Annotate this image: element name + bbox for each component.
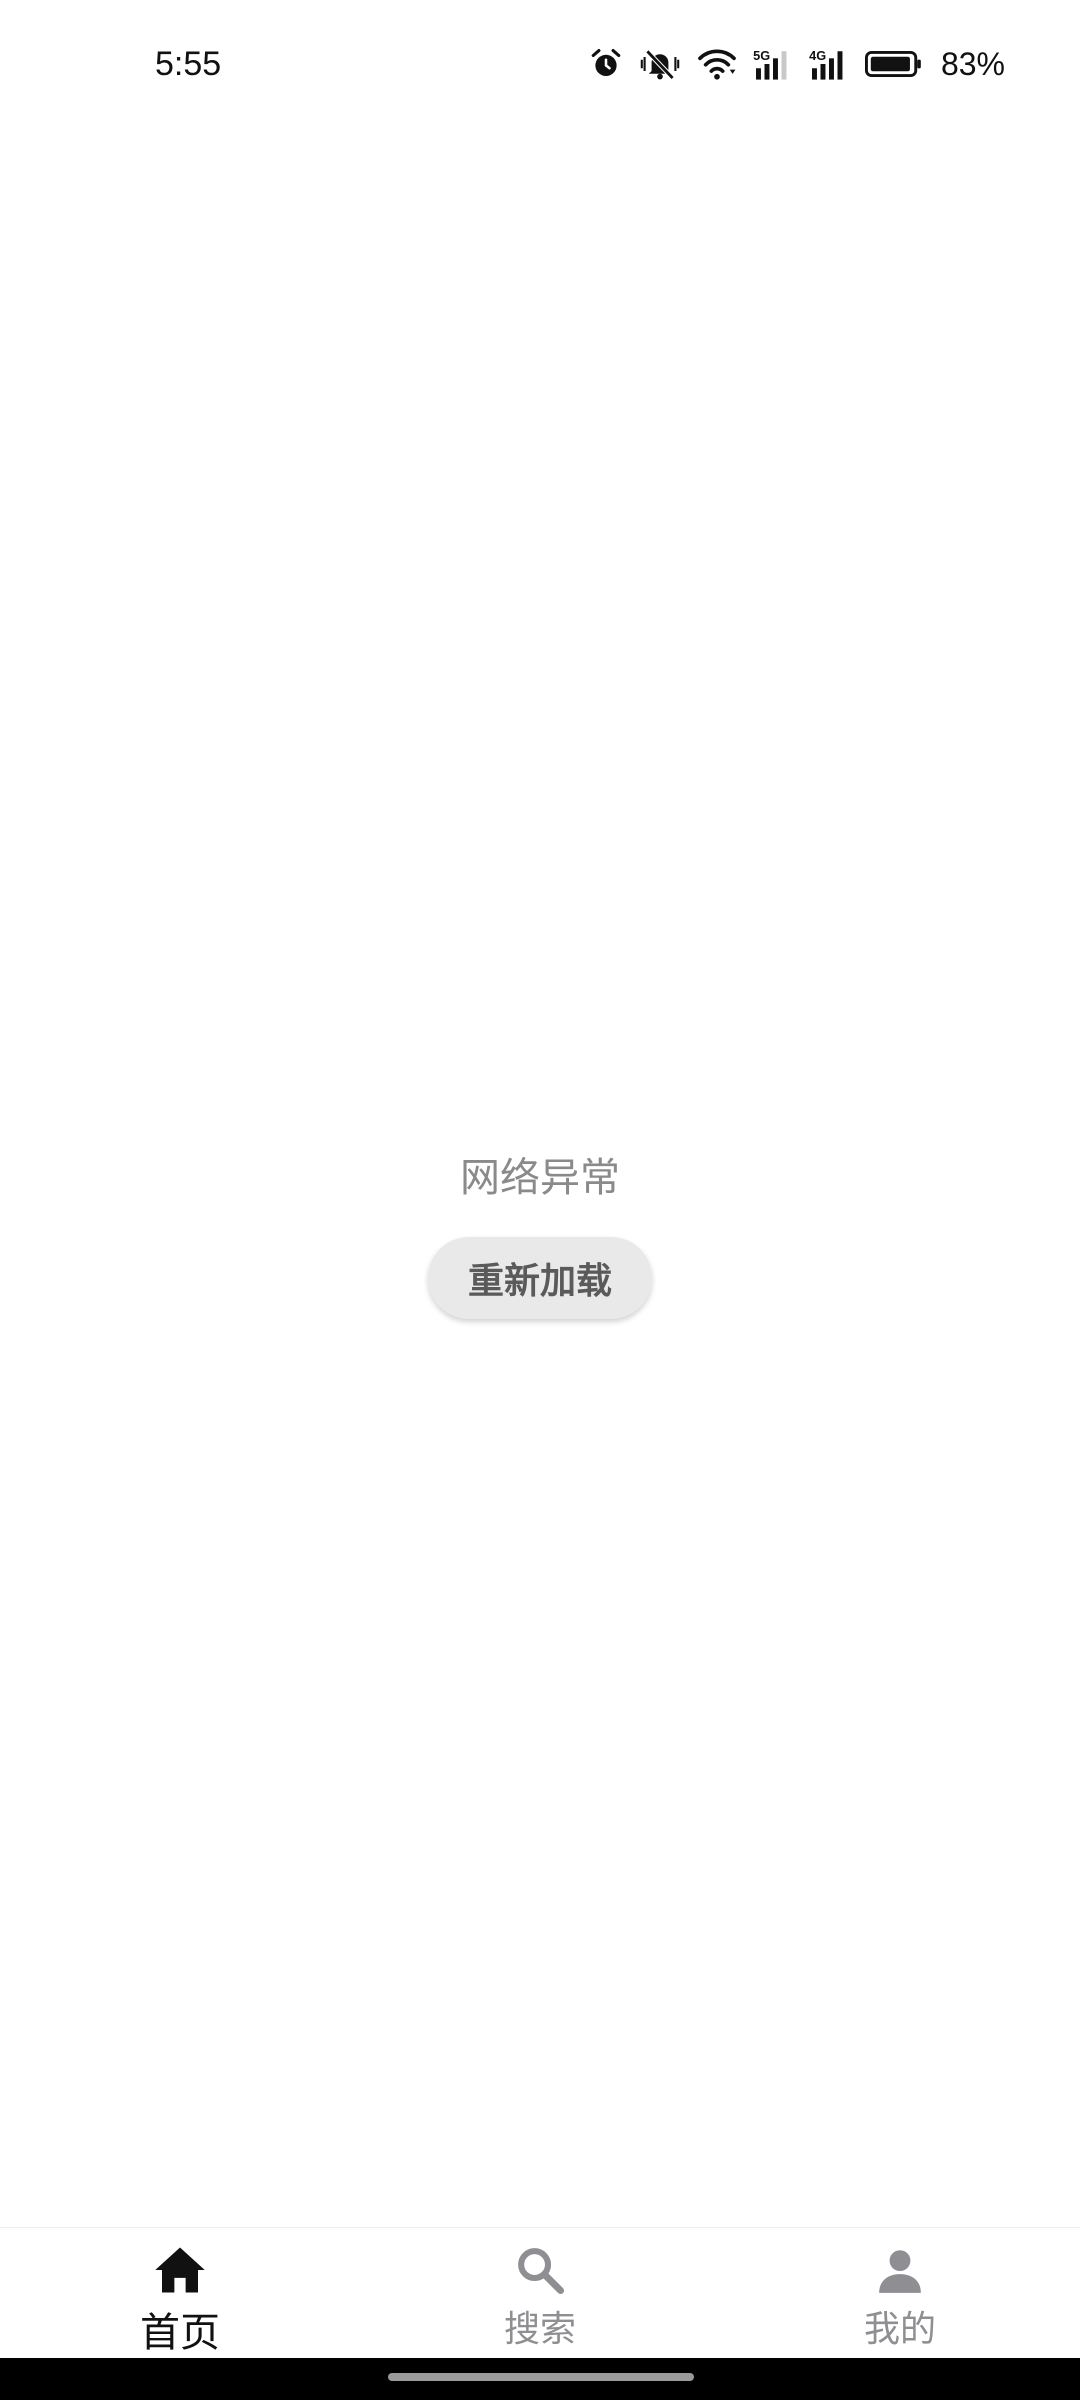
nav-item-search[interactable]: 搜索 bbox=[360, 2228, 720, 2358]
bottom-nav: 首页 搜索 我的 bbox=[0, 2227, 1080, 2358]
alarm-icon bbox=[589, 47, 623, 81]
home-icon bbox=[153, 2242, 207, 2298]
signal-5g-icon: 5G bbox=[753, 47, 793, 81]
network-error-message: 网络异常 bbox=[460, 1155, 620, 1201]
nav-item-home[interactable]: 首页 bbox=[0, 2228, 360, 2358]
nav-label-home: 首页 bbox=[140, 2310, 220, 2356]
nav-item-profile[interactable]: 我的 bbox=[720, 2228, 1080, 2358]
search-icon bbox=[514, 2242, 566, 2298]
status-bar: 5:55 5G 4G 83% bbox=[0, 0, 1080, 130]
battery-percent: 83% bbox=[940, 45, 1005, 82]
svg-text:5G: 5G bbox=[753, 48, 770, 63]
app-screen: 5:55 5G 4G 83% 网络异常 重新加载 首页 搜索 我的 bbox=[0, 0, 1080, 2400]
nav-label-search: 搜索 bbox=[503, 2309, 576, 2350]
reload-button[interactable]: 重新加载 bbox=[428, 1237, 652, 1319]
nav-label-profile: 我的 bbox=[863, 2309, 936, 2350]
status-time: 5:55 bbox=[155, 45, 222, 83]
gesture-bar bbox=[0, 2358, 1080, 2400]
muted-bell-icon bbox=[639, 47, 681, 81]
battery-icon bbox=[864, 49, 923, 79]
svg-text:4G: 4G bbox=[809, 48, 826, 63]
status-icons: 5G 4G 83% bbox=[589, 44, 1005, 84]
home-gesture-handle[interactable] bbox=[388, 2373, 694, 2381]
wifi-icon bbox=[697, 47, 737, 81]
signal-4g-icon: 4G bbox=[809, 47, 849, 81]
person-icon bbox=[875, 2242, 925, 2298]
